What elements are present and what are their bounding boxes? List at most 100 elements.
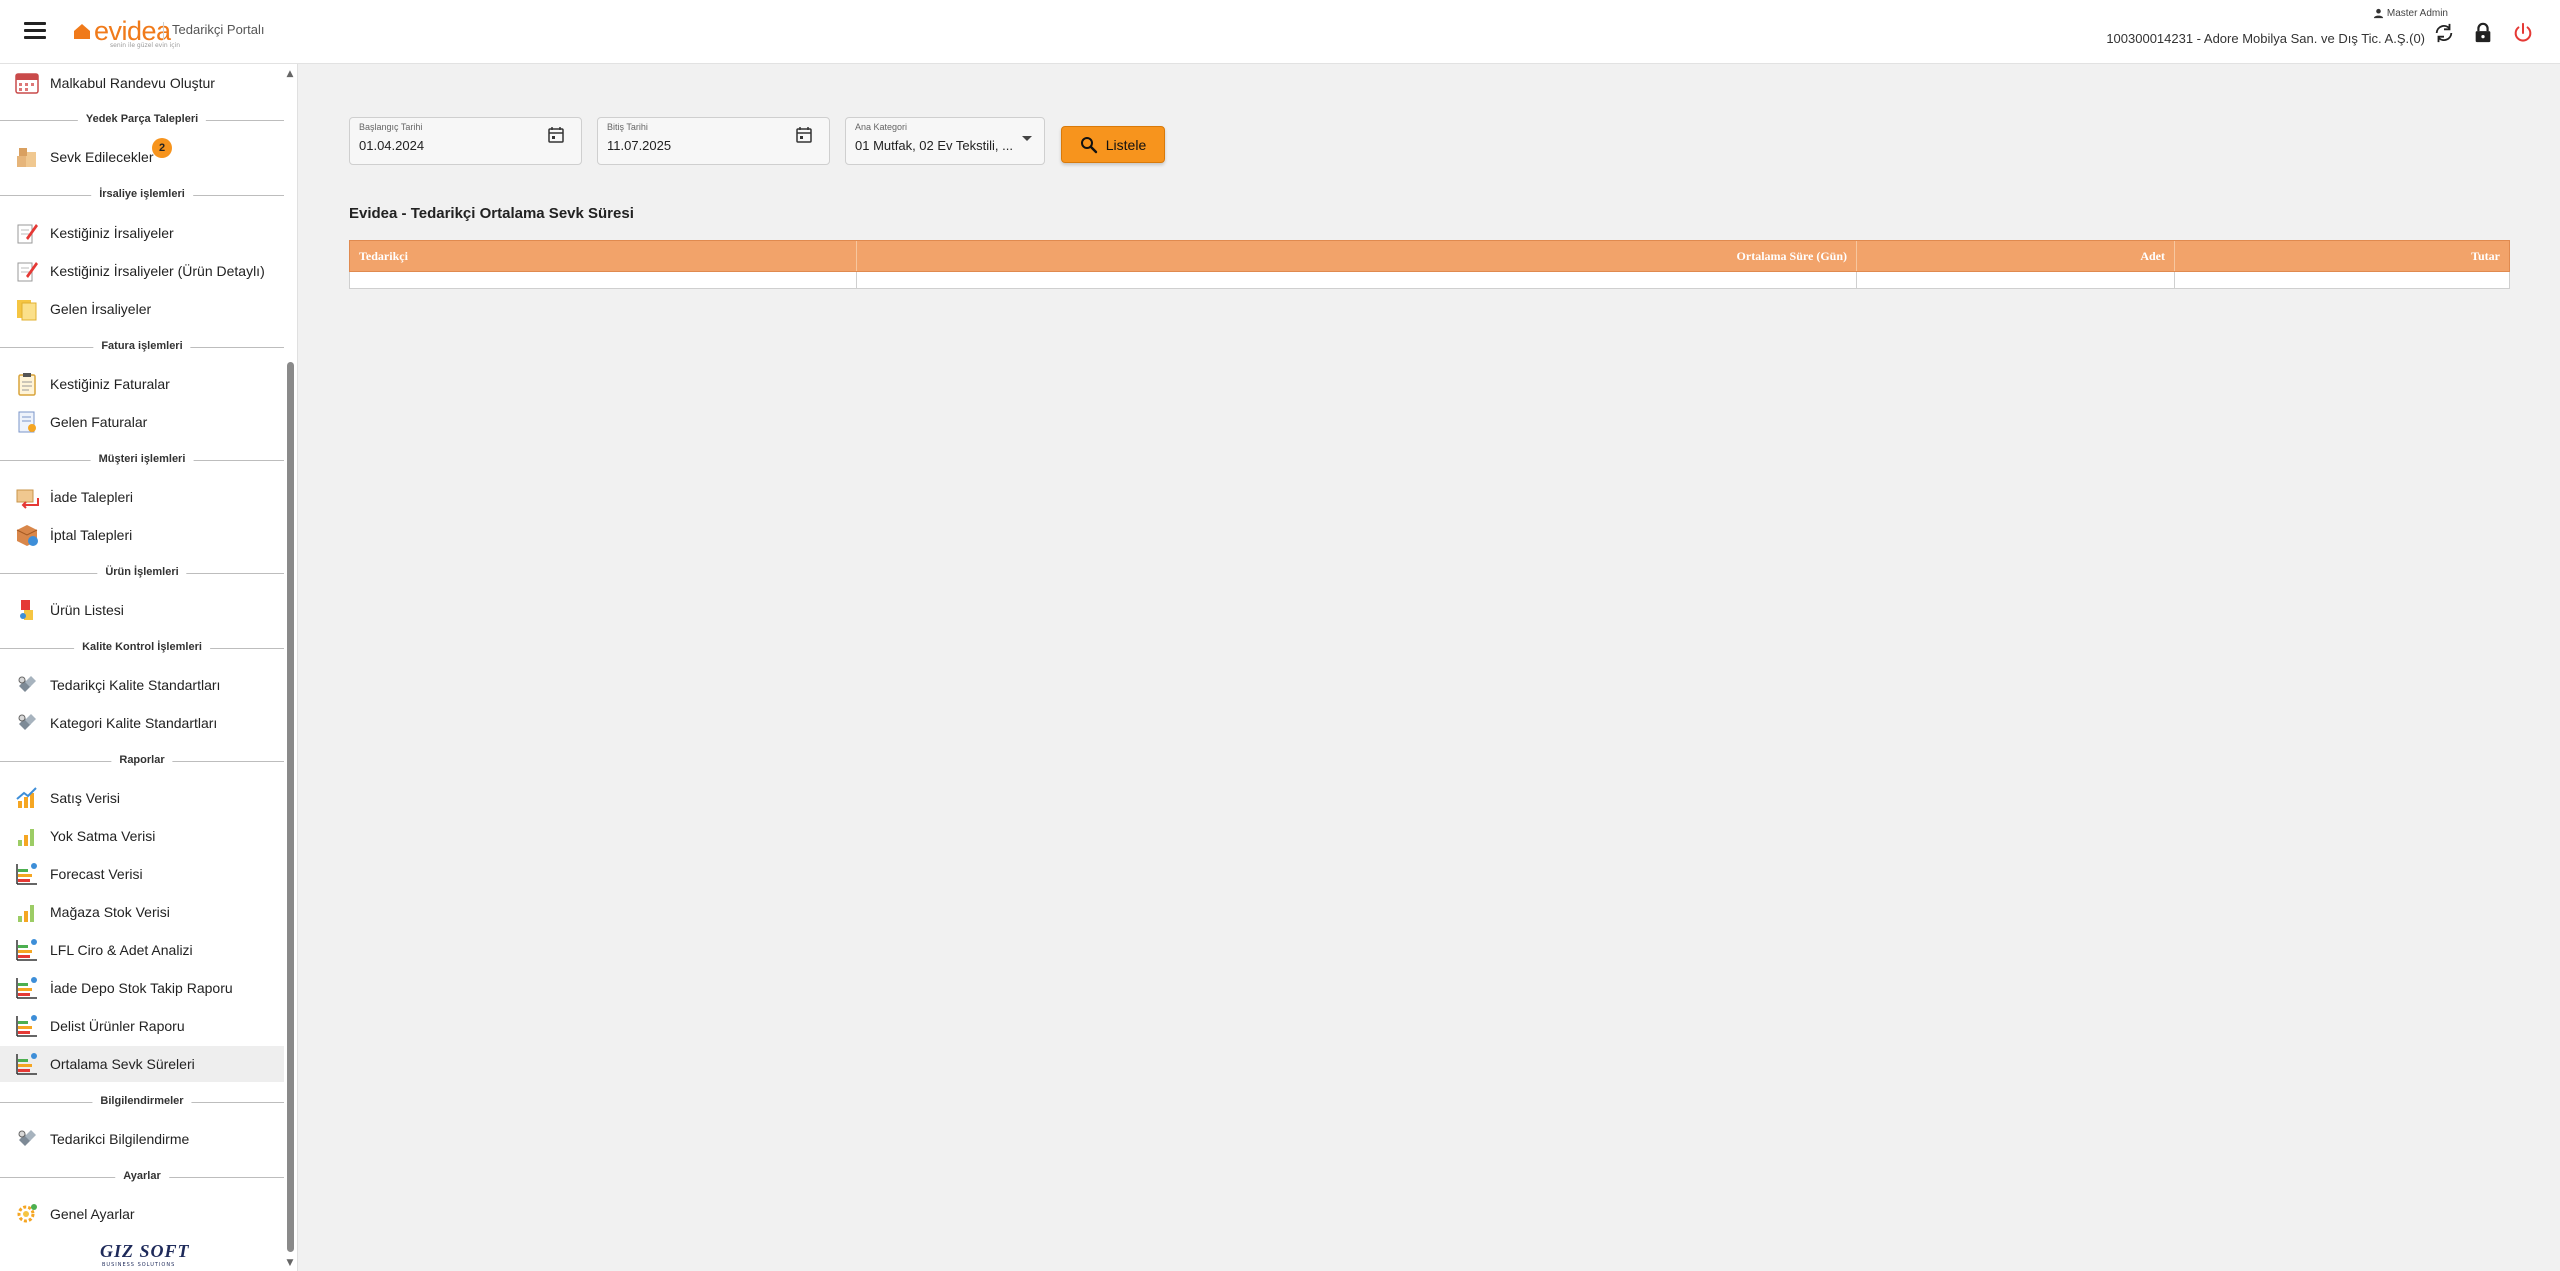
sidebar-item-label: Kestiğiniz İrsaliyeler — [50, 225, 174, 241]
table-cell — [857, 272, 1857, 288]
cancel-box-icon — [16, 525, 38, 546]
sidebar-item-iade-talepleri[interactable]: İade Talepleri — [0, 479, 284, 515]
scroll-down-arrow-icon[interactable]: ▼ — [284, 1257, 296, 1269]
section-ayarlar: Ayarlar — [0, 1168, 284, 1188]
end-date-field[interactable]: Bitiş Tarihi 11.07.2025 — [597, 117, 830, 165]
sidebar-item-urun-listesi[interactable]: Ürün Listesi — [0, 592, 284, 628]
calendar-icon[interactable] — [795, 126, 813, 144]
page-title: Evidea - Tedarikçi Ortalama Sevk Süresi — [349, 205, 634, 222]
gizsoft-tagline: BUSINESS SOLUTIONS — [102, 1262, 176, 1268]
search-icon — [1080, 136, 1097, 153]
sidebar-scrollbar[interactable]: ▲ ▼ — [284, 64, 296, 1271]
logo-tagline: senin ile güzel evin için — [110, 42, 181, 49]
bar-chart-icon — [18, 829, 34, 846]
calendar-icon[interactable] — [547, 126, 565, 144]
sidebar-item-iade-depo-stok[interactable]: İade Depo Stok Takip Raporu — [0, 970, 284, 1006]
top-bar: evidea senin ile güzel evin için Tedarik… — [0, 0, 2560, 64]
sidebar-item-gelen-irsaliyeler[interactable]: Gelen İrsaliyeler — [0, 291, 284, 327]
section-kalite-kontrol: Kalite Kontrol İşlemleri — [0, 639, 284, 659]
sidebar-item-tedarikci-kalite[interactable]: Tedarikçi Kalite Standartları — [0, 667, 284, 703]
sidebar-item-satis-verisi[interactable]: Satış Verisi — [0, 780, 284, 816]
start-date-value[interactable]: 01.04.2024 — [359, 138, 424, 153]
sidebar-item-magaza-stok-verisi[interactable]: Mağaza Stok Verisi — [0, 894, 284, 930]
chevron-down-icon[interactable] — [1022, 136, 1032, 141]
section-title: Yedek Parça Talepleri — [77, 113, 207, 125]
sidebar-item-kestiginiz-irsaliyeler[interactable]: Kestiğiniz İrsaliyeler — [0, 215, 284, 251]
quality-icon — [18, 676, 36, 692]
sidebar-item-iptal-talepleri[interactable]: İptal Talepleri — [0, 517, 284, 553]
sidebar-item-label: Kestiğiniz Faturalar — [50, 376, 170, 392]
sidebar-item-lfl-ciro-adet[interactable]: LFL Ciro & Adet Analizi — [0, 932, 284, 968]
section-title: Raporlar — [111, 754, 173, 766]
logo-divider — [163, 22, 164, 40]
section-bilgilendirmeler: Bilgilendirmeler — [0, 1093, 284, 1113]
sidebar-item-malkabul-randevu[interactable]: Malkabul Randevu Oluştur — [0, 65, 284, 101]
list-button[interactable]: Listele — [1061, 126, 1165, 163]
column-header-ortalama-sure[interactable]: Ortalama Süre (Gün) — [857, 241, 1857, 271]
notification-badge: 2 — [152, 138, 172, 158]
sidebar-item-kestiginiz-irsaliyeler-urun-detayli[interactable]: Kestiğiniz İrsaliyeler (Ürün Detaylı) — [0, 253, 284, 289]
category-select[interactable]: Ana Kategori 01 Mutfak, 02 Ev Tekstili, … — [845, 117, 1045, 165]
sidebar-item-sevk-edilecekler[interactable]: Sevk Edilecekler — [0, 139, 284, 175]
sidebar-item-delist-urunler[interactable]: Delist Ürünler Raporu — [0, 1008, 284, 1044]
sidebar-item-ortalama-sevk-sureleri[interactable]: Ortalama Sevk Süreleri — [0, 1046, 284, 1082]
scroll-thumb[interactable] — [287, 362, 294, 1252]
sidebar-item-label: Genel Ayarlar — [50, 1206, 135, 1222]
start-date-field[interactable]: Başlangıç Tarihi 01.04.2024 — [349, 117, 582, 165]
sidebar-item-label: İptal Talepleri — [50, 527, 133, 543]
table-cell — [1857, 272, 2175, 288]
logo-text: evidea — [94, 15, 171, 46]
sidebar-item-kategori-kalite[interactable]: Kategori Kalite Standartları — [0, 705, 284, 741]
section-fatura: Fatura işlemleri — [0, 338, 284, 358]
report-chart-icon — [16, 863, 37, 885]
category-value[interactable]: 01 Mutfak, 02 Ev Tekstili, ... — [855, 138, 1013, 153]
column-header-tutar[interactable]: Tutar — [2175, 241, 2509, 271]
section-urun: Ürün İşlemleri — [0, 564, 284, 584]
sidebar-item-label: İade Talepleri — [50, 489, 134, 505]
user-icon — [2373, 8, 2383, 19]
lock-icon[interactable] — [2472, 22, 2494, 44]
sidebar-item-label: Delist Ürünler Raporu — [50, 1018, 185, 1034]
sidebar-item-forecast-verisi[interactable]: Forecast Verisi — [0, 856, 284, 892]
sidebar-item-tedarikci-bilgilendirme[interactable]: Tedarikci Bilgilendirme — [0, 1121, 284, 1157]
edit-document-icon — [17, 262, 38, 282]
invoice-icon — [18, 411, 36, 433]
column-header-tedarikci[interactable]: Tedarikçi — [350, 241, 857, 271]
list-button-label: Listele — [1105, 136, 1147, 153]
evidea-logo[interactable]: evidea senin ile güzel evin için — [72, 14, 180, 49]
section-musteri: Müşteri işlemleri — [0, 451, 284, 471]
user-info[interactable]: Master Admin — [2373, 8, 2448, 19]
sidebar-item-genel-ayarlar[interactable]: Genel Ayarlar — [0, 1196, 284, 1232]
end-date-value[interactable]: 11.07.2025 — [607, 138, 671, 153]
table-header: Tedarikçi Ortalama Süre (Gün) Adet Tutar — [349, 240, 2510, 272]
sidebar-item-label: Ortalama Sevk Süreleri — [50, 1056, 195, 1072]
section-title: Fatura işlemleri — [93, 340, 191, 352]
menu-icon[interactable] — [24, 22, 46, 40]
refresh-icon[interactable] — [2433, 22, 2455, 44]
portal-title: Tedarikçi Portalı — [172, 22, 265, 37]
section-raporlar: Raporlar — [0, 752, 284, 772]
sidebar-item-label: Tedarikci Bilgilendirme — [50, 1131, 190, 1147]
settings-icon — [17, 1204, 37, 1223]
edit-document-icon — [17, 224, 38, 244]
sidebar-item-gelen-faturalar[interactable]: Gelen Faturalar — [0, 404, 284, 440]
section-title: Müşteri işlemleri — [90, 453, 194, 465]
column-header-adet[interactable]: Adet — [1857, 241, 2175, 271]
sidebar-item-label: Mağaza Stok Verisi — [50, 904, 170, 920]
power-icon[interactable] — [2512, 22, 2534, 44]
sidebar-item-label: Gelen İrsaliyeler — [50, 301, 152, 317]
gizsoft-logo: GIZ SOFT — [100, 1241, 190, 1261]
quality-icon — [18, 1130, 36, 1146]
start-date-label: Başlangıç Tarihi — [359, 122, 423, 132]
sidebar-item-kestiginiz-faturalar[interactable]: Kestiğiniz Faturalar — [0, 366, 284, 402]
sidebar-item-label: Malkabul Randevu Oluştur — [50, 75, 215, 91]
user-name: Master Admin — [2386, 8, 2448, 19]
sidebar-item-yok-satma-verisi[interactable]: Yok Satma Verisi — [0, 818, 284, 854]
scroll-up-arrow-icon[interactable]: ▲ — [284, 68, 296, 80]
report-chart-icon — [16, 977, 37, 999]
documents-icon — [17, 300, 37, 321]
table-cell — [350, 272, 857, 288]
company-name: 100300014231 - Adore Mobilya San. ve Dış… — [2106, 31, 2425, 46]
report-chart-icon — [16, 939, 37, 961]
sidebar-item-label: Kestiğiniz İrsaliyeler (Ürün Detaylı) — [50, 263, 265, 279]
